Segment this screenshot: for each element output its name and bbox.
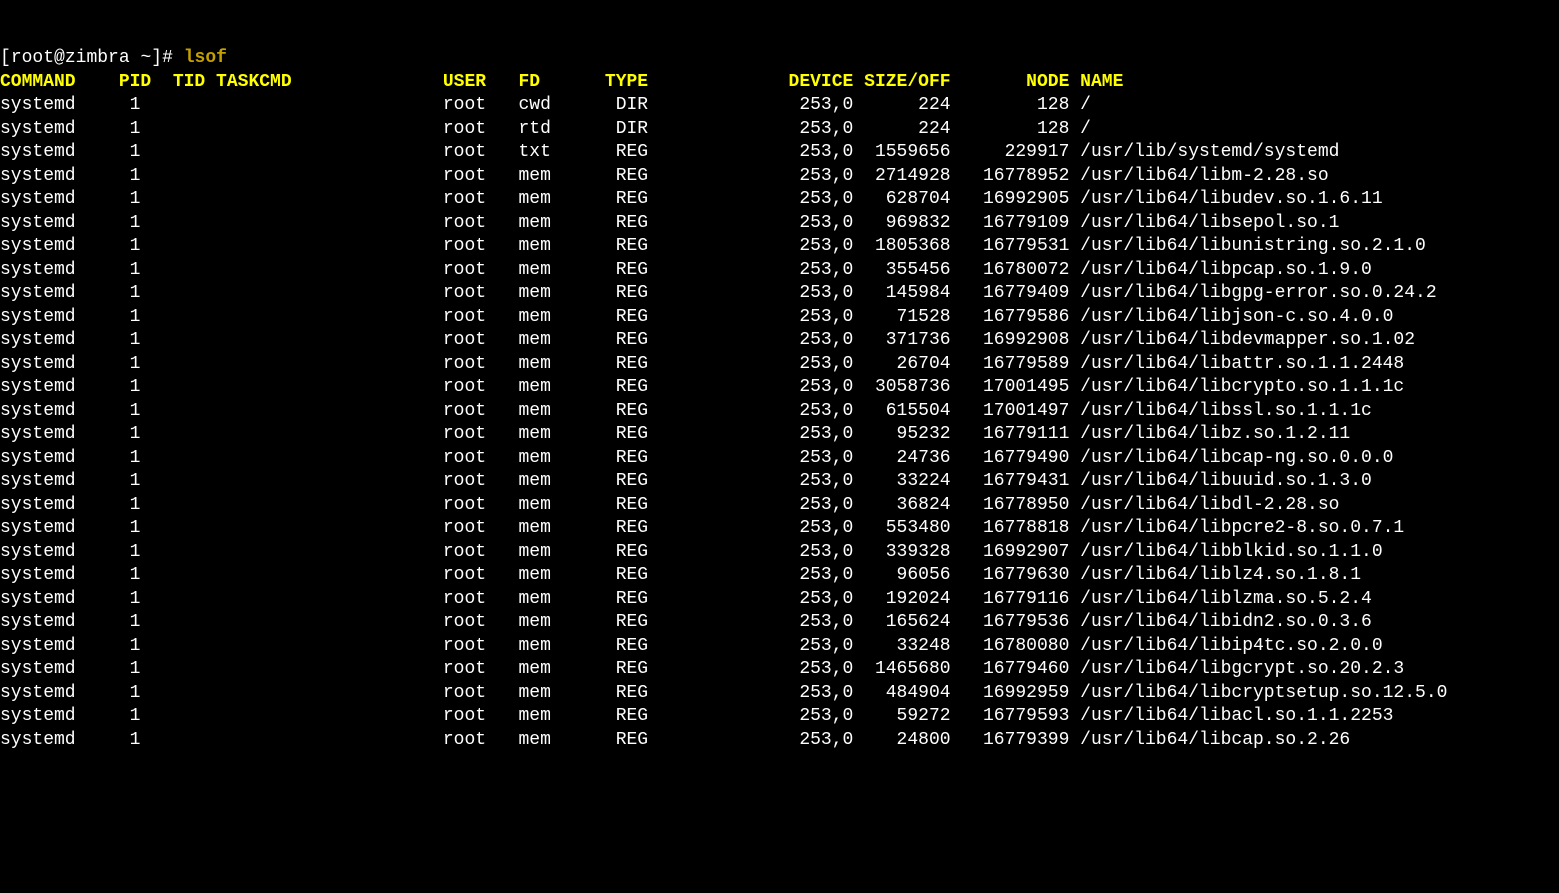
prompt-cwd: ~ <box>140 48 151 68</box>
prompt-at: @ <box>54 48 65 68</box>
table-header: COMMAND PID TID TASKCMD USER FD TYPE DEV… <box>0 72 1123 92</box>
terminal-output[interactable]: [root@zimbra ~]# lsof COMMAND PID TID TA… <box>0 24 1559 753</box>
prompt-symbol: # <box>162 48 173 68</box>
prompt-host: zimbra <box>65 48 130 68</box>
table-rows: systemd 1 root cwd DIR 253,0 224 128 / s… <box>0 94 1559 752</box>
command-text: lsof <box>184 48 227 68</box>
prompt: [root@zimbra ~]# <box>0 48 173 68</box>
prompt-close-bracket: ] <box>151 48 162 68</box>
prompt-user: root <box>11 48 54 68</box>
prompt-open-bracket: [ <box>0 48 11 68</box>
